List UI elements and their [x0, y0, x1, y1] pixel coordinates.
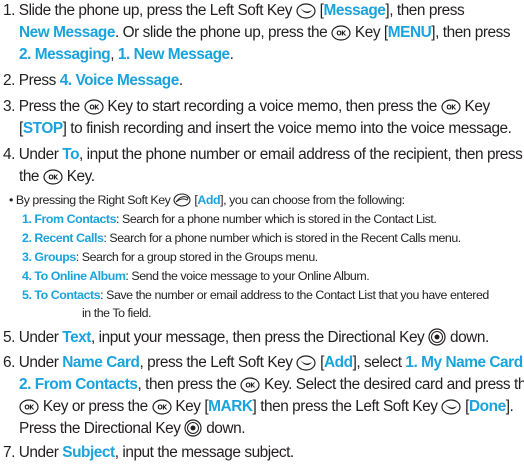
svg-text:OK: OK [24, 404, 35, 412]
step-4-line-2: the OK Key. [19, 168, 95, 185]
ok-key-icon: OK [19, 399, 39, 415]
option-to-contacts-cont: in the To field. [82, 306, 152, 320]
ok-key-icon: OK [43, 169, 63, 185]
ok-key-icon: OK [331, 25, 351, 41]
left-soft-key-icon [296, 355, 316, 371]
step-7-line: 7. Under Subject, input the message subj… [3, 444, 294, 461]
option-from-contacts: 1. From Contacts: Search for a phone num… [22, 212, 437, 226]
step-4-line-1: 4. Under To, input the phone number or e… [3, 146, 523, 163]
step-1-line-1: 1. Slide the phone up, press the Left So… [3, 2, 465, 19]
svg-text:OK: OK [336, 30, 347, 38]
step-3-line-1: 3. Press the OK Key to start recording a… [3, 98, 490, 115]
manual-page: 1. Slide the phone up, press the Left So… [0, 0, 524, 461]
ok-key-icon: OK [240, 377, 260, 393]
step-2-line: 2. Press 4. Voice Message. [3, 72, 183, 89]
directional-key-icon [184, 419, 202, 437]
option-to-contacts: 5. To Contacts: Save the number or email… [22, 288, 489, 302]
svg-text:OK: OK [48, 174, 59, 182]
right-soft-key-icon [173, 193, 191, 207]
svg-text:OK: OK [246, 382, 257, 390]
svg-text:OK: OK [157, 404, 168, 412]
option-groups: 3. Groups: Search for a group stored in … [22, 250, 318, 264]
step-6-line-3: OK Key or press the OK Key [MARK] then p… [19, 396, 514, 418]
svg-text:OK: OK [89, 104, 100, 112]
directional-key-icon [428, 328, 446, 346]
ok-key-icon: OK [83, 99, 104, 115]
step-3-line-2: [STOP] to finish recording and insert th… [19, 120, 512, 137]
left-soft-key-icon [296, 3, 316, 19]
step-1-line-3: 2. Messaging, 1. New Message. [19, 46, 234, 63]
ok-key-icon: OK [151, 399, 172, 415]
step-5-line: 5. Under Text, input your message, then … [3, 328, 489, 346]
step-6-line-4: Press the Directional Key down. [19, 419, 246, 437]
add-options-intro: • By pressing the Right Soft Key [Add], … [9, 193, 405, 207]
step-1-line-2: New Message. Or slide the phone up, pres… [19, 24, 511, 41]
left-soft-key-icon [441, 399, 461, 415]
option-recent-calls: 2. Recent Calls: Search for a phone numb… [22, 231, 461, 245]
option-to-online-album: 4. To Online Album: Send the voice messa… [22, 269, 370, 283]
step-6-line-1: 6. Under Name Card, press the Left Soft … [3, 354, 524, 371]
step-6-line-2: 2. From Contacts, then press the OK Key.… [19, 376, 524, 393]
ok-key-icon: OK [441, 99, 461, 115]
svg-text:OK: OK [446, 104, 457, 112]
